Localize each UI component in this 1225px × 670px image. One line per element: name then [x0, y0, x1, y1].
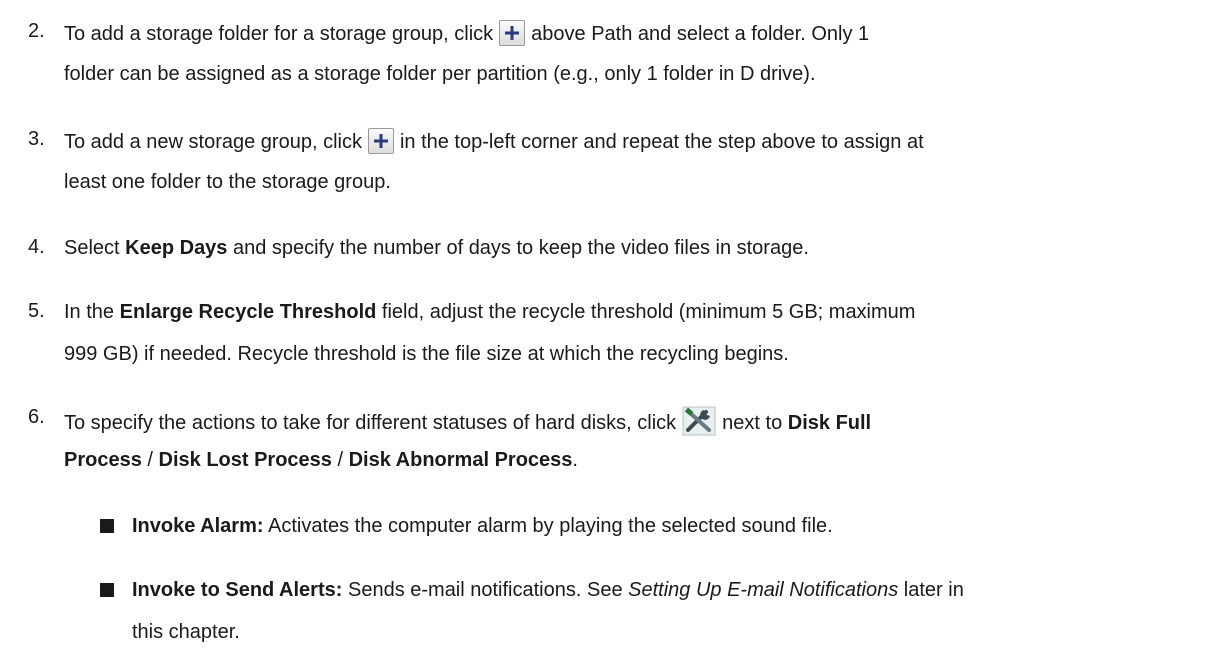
step-text: above Path and select a folder. Only 1 [531, 23, 870, 45]
italic-reference: Setting Up E-mail Notifications [628, 579, 899, 601]
tools-icon [682, 406, 716, 436]
step-text: . [572, 449, 578, 471]
step-text: next to [722, 412, 788, 434]
bullet-text: Activates the computer alarm by playing … [263, 515, 833, 537]
step-text: To specify the actions to take for diffe… [64, 412, 677, 434]
step-number: 6. [28, 406, 45, 428]
step-text: To add a storage folder for a storage gr… [64, 23, 494, 45]
bullet-line: Invoke to Send Alerts: Sends e-mail noti… [132, 578, 964, 602]
bold-term: Enlarge Recycle Threshold [119, 301, 377, 323]
bullet-text: Sends e-mail notifications. See [342, 579, 629, 601]
plus-icon [499, 20, 526, 46]
plus-icon [367, 128, 394, 154]
step-line: To add a new storage group, click in the … [64, 128, 924, 154]
bold-term: Disk Lost Process [158, 449, 332, 471]
bullet-square-icon [100, 583, 114, 597]
bold-term: Disk Full [787, 412, 872, 434]
step-text: and specify the number of days to keep t… [227, 237, 809, 259]
bold-term: Invoke Alarm: [132, 515, 264, 537]
bold-term: Invoke to Send Alerts: [132, 579, 343, 601]
step-number: 3. [28, 128, 45, 150]
separator: / [331, 449, 349, 471]
step-line: least one folder to the storage group. [64, 171, 391, 193]
step-line: Select Keep Days and specify the number … [64, 236, 809, 260]
step-text: in the top-left corner and repeat the st… [399, 131, 924, 153]
step-number: 5. [28, 300, 45, 322]
step-text: In the [64, 301, 120, 323]
bullet-line: Invoke Alarm: Activates the computer ala… [132, 514, 833, 538]
bullet-square-icon [100, 519, 114, 533]
step-line: Process / Disk Lost Process / Disk Abnor… [64, 448, 578, 472]
bold-term: Disk Abnormal Process [348, 449, 573, 471]
step-number: 2. [28, 20, 45, 42]
step-number: 4. [28, 236, 45, 258]
step-line: To add a storage folder for a storage gr… [64, 20, 869, 46]
step-line: folder can be assigned as a storage fold… [64, 63, 816, 85]
bold-term: Process [64, 449, 142, 471]
bullet-line: this chapter. [132, 621, 240, 643]
bullet-text: later in [898, 579, 964, 601]
step-line: 999 GB) if needed. Recycle threshold is … [64, 343, 789, 365]
step-text: To add a new storage group, click [64, 131, 362, 153]
step-text: field, adjust the recycle threshold (min… [376, 301, 916, 323]
bold-term: Keep Days [125, 237, 228, 259]
separator: / [141, 449, 159, 471]
step-line: In the Enlarge Recycle Threshold field, … [64, 300, 915, 324]
step-line: To specify the actions to take for diffe… [64, 406, 871, 436]
step-text: Select [64, 237, 126, 259]
